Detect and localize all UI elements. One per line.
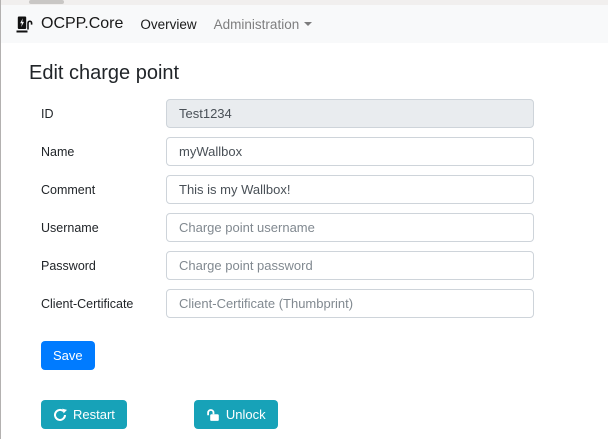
- id-label: ID: [41, 107, 166, 121]
- nav-link-administration-label: Administration: [214, 17, 300, 32]
- chevron-down-icon: [304, 22, 312, 26]
- unlock-button[interactable]: Unlock: [194, 400, 278, 429]
- restart-button[interactable]: Restart: [41, 400, 127, 429]
- refresh-icon: [53, 408, 67, 422]
- form-row-password: Password: [1, 251, 608, 280]
- brand[interactable]: OCPP.Core: [15, 15, 123, 34]
- name-field[interactable]: [166, 137, 534, 166]
- client-certificate-label: Client-Certificate: [41, 297, 166, 311]
- nav-link-overview[interactable]: Overview: [140, 17, 196, 32]
- password-field[interactable]: [166, 251, 534, 280]
- save-button[interactable]: Save: [41, 341, 95, 370]
- username-field[interactable]: [166, 213, 534, 242]
- page-title: Edit charge point: [29, 60, 608, 87]
- window-chrome-strip: [1, 0, 608, 5]
- save-button-label: Save: [53, 348, 83, 363]
- action-row: Restart Unlock: [41, 400, 608, 429]
- browser-tab-fragment: [29, 0, 64, 4]
- browser-viewport: OCPP.Core Overview Administration Edit c…: [0, 0, 608, 439]
- nav-link-administration[interactable]: Administration: [214, 17, 313, 32]
- form-row-name: Name: [1, 137, 608, 166]
- client-certificate-field[interactable]: [166, 289, 534, 318]
- brand-name[interactable]: OCPP.Core: [41, 15, 123, 33]
- form-row-client-certificate: Client-Certificate: [1, 289, 608, 318]
- charging-station-icon: [15, 15, 34, 34]
- password-label: Password: [41, 259, 166, 273]
- form-row-id: ID: [1, 99, 608, 128]
- unlock-button-label: Unlock: [226, 407, 266, 422]
- nav-link-overview-label: Overview: [140, 17, 196, 32]
- username-label: Username: [41, 221, 166, 235]
- id-field[interactable]: [166, 99, 534, 128]
- nav-links: Overview Administration: [140, 17, 329, 32]
- restart-button-label: Restart: [73, 407, 115, 422]
- form-row-comment: Comment: [1, 175, 608, 204]
- edit-charge-point-form: ID Name Comment Username Password Client…: [1, 99, 608, 370]
- comment-field[interactable]: [166, 175, 534, 204]
- unlock-icon: [206, 408, 220, 422]
- top-navbar: OCPP.Core Overview Administration: [1, 5, 608, 43]
- form-row-username: Username: [1, 213, 608, 242]
- name-label: Name: [41, 145, 166, 159]
- save-row: Save: [41, 341, 608, 370]
- comment-label: Comment: [41, 183, 166, 197]
